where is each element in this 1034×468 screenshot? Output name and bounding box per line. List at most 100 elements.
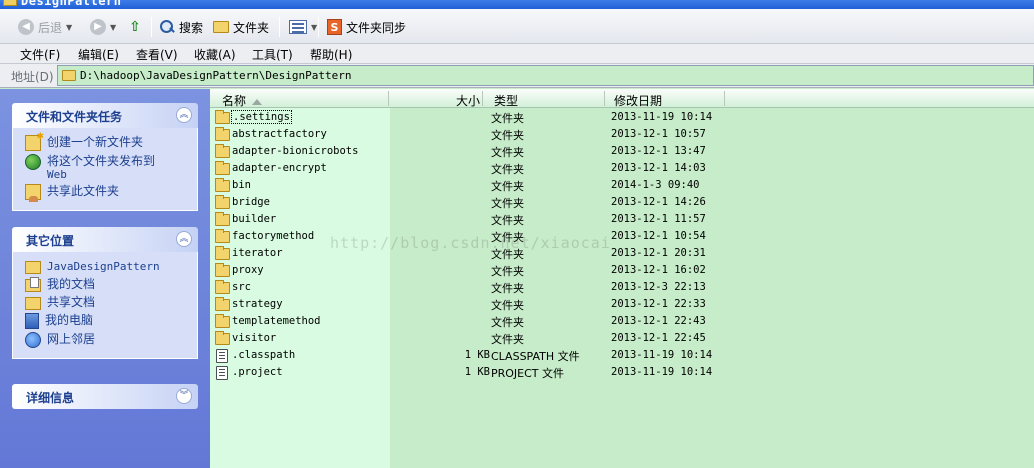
task-publish-web[interactable]: 将这个文件夹发布到 Web xyxy=(25,154,197,181)
forward-button[interactable]: ▶ ▼ xyxy=(90,17,116,37)
list-item[interactable]: .project 1 KB PROJECT 文件 2013-11-19 10:14 xyxy=(210,364,1034,381)
place-network[interactable]: 网上邻居 xyxy=(25,332,197,348)
list-item[interactable]: visitor 文件夹 2013-12-1 22:45 xyxy=(210,330,1034,347)
header-date[interactable]: 修改日期 xyxy=(614,92,662,109)
file-tasks-header[interactable]: 文件和文件夹任务 ︽ xyxy=(12,103,198,128)
collapse-icon[interactable]: ︽ xyxy=(176,231,192,247)
folder-icon xyxy=(215,246,230,260)
file-name: strategy xyxy=(232,298,283,310)
file-type: 文件夹 xyxy=(491,248,524,261)
folder-icon xyxy=(215,195,230,209)
task-publish-web-label2: Web xyxy=(47,168,67,181)
place-my-documents-label: 我的文档 xyxy=(47,277,96,291)
header-divider[interactable] xyxy=(724,91,725,106)
file-type: 文件夹 xyxy=(491,316,524,329)
task-share-folder[interactable]: 共享此文件夹 xyxy=(25,184,197,202)
header-divider[interactable] xyxy=(482,91,483,106)
menu-bar: 文件(F) 编辑(E) 查看(V) 收藏(A) 工具(T) 帮助(H) xyxy=(0,44,1034,64)
search-button[interactable]: 搜索 xyxy=(159,17,203,37)
list-item[interactable]: iterator 文件夹 2013-12-1 20:31 xyxy=(210,245,1034,262)
file-name: visitor xyxy=(232,332,277,344)
details-header[interactable]: 详细信息 ︾ xyxy=(12,384,198,409)
file-date: 2013-12-1 11:57 xyxy=(611,213,706,225)
other-places-header[interactable]: 其它位置 ︽ xyxy=(12,227,198,252)
file-name: adapter-encrypt xyxy=(232,162,327,174)
list-item[interactable]: bin 文件夹 2014-1-3 09:40 xyxy=(210,177,1034,194)
file-name: proxy xyxy=(232,264,264,276)
folders-button[interactable]: 文件夹 xyxy=(213,17,269,37)
file-name: .classpath xyxy=(232,349,296,361)
list-item[interactable]: abstractfactory 文件夹 2013-12-1 10:57 xyxy=(210,126,1034,143)
back-button[interactable]: ◀ 后退 ▼ xyxy=(18,17,72,37)
menu-favorites[interactable]: 收藏(A) xyxy=(194,46,236,63)
file-date: 2013-12-1 20:31 xyxy=(611,247,706,259)
file-date: 2013-12-1 16:02 xyxy=(611,264,706,276)
file-date: 2013-11-19 10:14 xyxy=(611,349,713,361)
file-name: templatemethod xyxy=(232,315,321,327)
address-bar: 地址(D) D:\hadoop\JavaDesignPattern\Design… xyxy=(0,64,1034,88)
list-item[interactable]: .settings 文件夹 2013-11-19 10:14 xyxy=(210,109,1034,126)
folder-icon xyxy=(215,229,230,243)
file-tasks-title: 文件和文件夹任务 xyxy=(26,110,123,124)
header-size[interactable]: 大小 xyxy=(456,92,480,109)
expand-icon[interactable]: ︾ xyxy=(176,388,192,404)
place-shared-documents[interactable]: 共享文档 xyxy=(25,296,197,310)
file-date: 2013-12-1 14:03 xyxy=(611,162,706,174)
menu-tools[interactable]: 工具(T) xyxy=(252,46,293,63)
file-name: iterator xyxy=(232,247,283,259)
file-type: 文件夹 xyxy=(491,129,524,142)
header-name[interactable]: 名称 xyxy=(222,92,263,109)
file-type: 文件夹 xyxy=(491,214,524,227)
folders-icon xyxy=(213,21,229,33)
menu-help[interactable]: 帮助(H) xyxy=(310,46,352,63)
place-my-computer[interactable]: 我的电脑 xyxy=(25,313,197,329)
list-item[interactable]: adapter-bionicrobots 文件夹 2013-12-1 13:47 xyxy=(210,143,1034,160)
list-item[interactable]: adapter-encrypt 文件夹 2013-12-1 14:03 xyxy=(210,160,1034,177)
my-computer-icon xyxy=(25,313,39,329)
title-bar[interactable]: DesignPattern xyxy=(0,0,1034,9)
list-item[interactable]: templatemethod 文件夹 2013-12-1 22:43 xyxy=(210,313,1034,330)
toolbar-separator xyxy=(279,17,280,37)
file-name: bridge xyxy=(232,196,270,208)
up-folder-button[interactable]: ⇧ xyxy=(128,17,142,37)
list-item[interactable]: proxy 文件夹 2013-12-1 16:02 xyxy=(210,262,1034,279)
header-type[interactable]: 类型 xyxy=(494,92,518,109)
task-new-folder[interactable]: 创建一个新文件夹 xyxy=(25,131,197,151)
list-item[interactable]: src 文件夹 2013-12-3 22:13 xyxy=(210,279,1034,296)
file-date: 2013-11-19 10:14 xyxy=(611,366,713,378)
list-item[interactable]: .classpath 1 KB CLASSPATH 文件 2013-11-19 10:… xyxy=(210,347,1034,364)
list-item[interactable]: builder 文件夹 2013-12-1 11:57 xyxy=(210,211,1034,228)
address-field[interactable]: D:\hadoop\JavaDesignPattern\DesignPatter… xyxy=(57,65,1034,86)
list-item[interactable]: factorymethod 文件夹 2013-12-1 10:54 xyxy=(210,228,1034,245)
folder-icon xyxy=(215,144,230,158)
collapse-icon[interactable]: ︽ xyxy=(176,107,192,123)
folder-icon xyxy=(215,178,230,192)
menu-file[interactable]: 文件(F) xyxy=(20,46,60,63)
header-divider[interactable] xyxy=(604,91,605,106)
place-javadesignpattern[interactable]: JavaDesignPattern xyxy=(25,260,197,274)
folder-icon xyxy=(215,280,230,294)
place-my-documents[interactable]: 我的文档 xyxy=(25,277,197,292)
folder-icon xyxy=(215,331,230,345)
file-type: PROJECT 文件 xyxy=(491,367,565,380)
header-divider[interactable] xyxy=(388,91,389,106)
views-dropdown-icon: ▼ xyxy=(311,22,318,32)
file-tasks-panel: 文件和文件夹任务 ︽ 创建一个新文件夹 将这个文件夹发布到 Web xyxy=(12,103,198,211)
menu-view[interactable]: 查看(V) xyxy=(136,46,178,63)
views-button[interactable]: ▼ xyxy=(289,17,317,37)
folder-sync-button[interactable]: S 文件夹同步 xyxy=(327,17,406,37)
web-publish-icon xyxy=(25,154,41,170)
menu-edit[interactable]: 编辑(E) xyxy=(78,46,119,63)
file-name: src xyxy=(232,281,251,293)
list-item[interactable]: bridge 文件夹 2013-12-1 14:26 xyxy=(210,194,1034,211)
sort-ascending-icon xyxy=(252,98,263,105)
folder-sync-label: 文件夹同步 xyxy=(346,20,407,35)
back-dropdown-icon: ▼ xyxy=(66,22,73,32)
list-item[interactable]: strategy 文件夹 2013-12-1 22:33 xyxy=(210,296,1034,313)
file-date: 2013-12-3 22:13 xyxy=(611,281,706,293)
folder-sync-icon: S xyxy=(327,19,342,35)
file-name: adapter-bionicrobots xyxy=(232,145,359,157)
folder-icon xyxy=(215,127,230,141)
place-network-label: 网上邻居 xyxy=(47,332,96,346)
new-folder-icon xyxy=(25,131,44,151)
